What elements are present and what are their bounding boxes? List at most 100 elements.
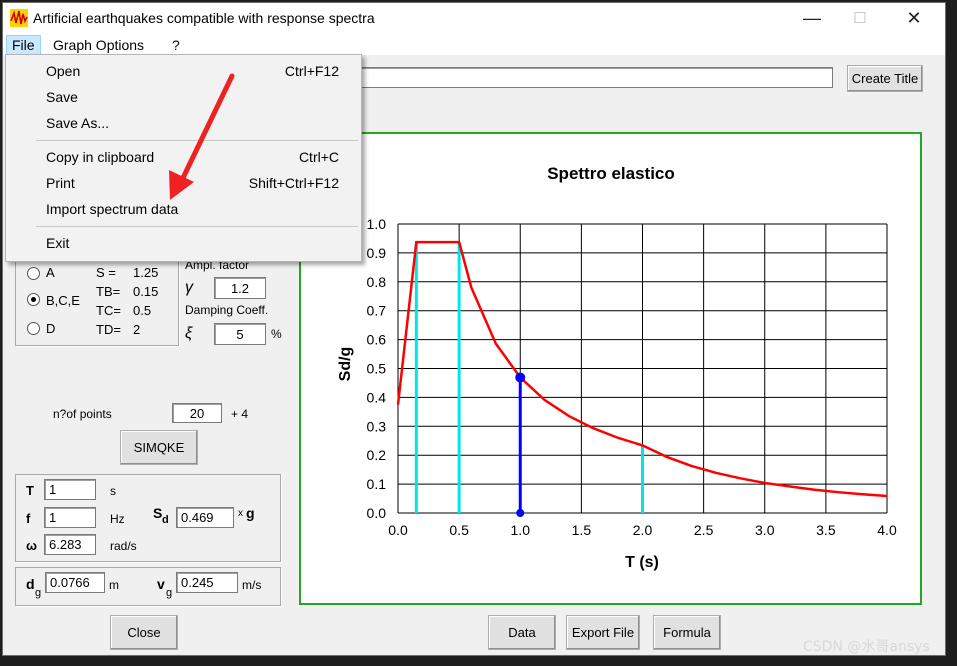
maximize-button[interactable]: ☐ bbox=[837, 3, 883, 33]
param-tb-name: TB= bbox=[96, 284, 121, 299]
frequency-input[interactable]: 1 bbox=[44, 507, 96, 528]
spectrum-chart: Spettro elastico Sd/g T (s) 0.0 0.5 1.0 1.5… bbox=[299, 132, 922, 605]
omega-input[interactable]: 6.283 bbox=[44, 534, 96, 555]
y-tick-label: 1.0 bbox=[367, 216, 387, 232]
cursor-point bbox=[515, 372, 526, 383]
cursor-base-point bbox=[516, 509, 525, 517]
formula-button[interactable]: Formula bbox=[653, 615, 721, 650]
sd-unit-x: x bbox=[238, 508, 243, 519]
param-s-value: 1.25 bbox=[133, 265, 159, 280]
dg-input[interactable]: 0.0766 bbox=[45, 572, 105, 593]
omega-unit: rad/s bbox=[110, 539, 137, 553]
x-axis-label: T (s) bbox=[625, 554, 659, 571]
sd-subscript: d bbox=[162, 514, 169, 526]
y-tick-label: 0.2 bbox=[367, 447, 387, 463]
damping-label: Damping Coeff. bbox=[185, 303, 269, 317]
dg-subscript: g bbox=[35, 587, 42, 599]
period-label: T bbox=[26, 483, 34, 498]
watermark: CSDN @水哥ansys bbox=[803, 639, 930, 655]
vg-input[interactable]: 0.245 bbox=[176, 572, 238, 593]
soil-radio-d[interactable] bbox=[27, 322, 40, 335]
minimize-button[interactable]: — bbox=[789, 3, 835, 33]
soil-radio-a[interactable] bbox=[27, 267, 40, 280]
menu-graph-options[interactable]: Graph Options bbox=[48, 36, 149, 54]
menu-item-open[interactable]: Open bbox=[46, 63, 80, 79]
menu-separator bbox=[36, 226, 358, 227]
frequency-unit: Hz bbox=[110, 512, 125, 526]
x-tick-label: 1.0 bbox=[511, 522, 531, 538]
chart-title-input[interactable] bbox=[359, 67, 833, 88]
title-bar: Artificial earthquakes compatible with r… bbox=[3, 3, 945, 33]
chart-title: Spettro elastico bbox=[547, 164, 675, 183]
vg-label: v bbox=[157, 576, 165, 592]
period-unit: s bbox=[110, 484, 116, 498]
soil-label-a: A bbox=[46, 265, 55, 280]
app-icon bbox=[10, 9, 28, 27]
menu-shortcut-print: Shift+Ctrl+F12 bbox=[248, 175, 339, 191]
points-input[interactable]: 20 bbox=[172, 403, 222, 423]
menu-item-import-spectrum[interactable]: Import spectrum data bbox=[46, 201, 178, 217]
y-axis-label: Sd/g bbox=[337, 347, 354, 382]
y-tick-label: 0.0 bbox=[367, 505, 387, 521]
x-tick-label: 0.5 bbox=[449, 522, 469, 538]
menu-item-exit[interactable]: Exit bbox=[46, 235, 69, 251]
damping-unit: % bbox=[271, 327, 282, 341]
param-td-value: 2 bbox=[133, 322, 141, 337]
points-label: n?of points bbox=[53, 407, 112, 421]
x-tick-label: 4.0 bbox=[877, 522, 897, 538]
points-suffix: + 4 bbox=[231, 407, 249, 421]
menu-item-copy-clipboard[interactable]: Copy in clipboard bbox=[46, 149, 154, 165]
sd-label: S bbox=[153, 505, 163, 521]
export-file-button[interactable]: Export File bbox=[566, 615, 640, 650]
param-s-name: S = bbox=[96, 265, 116, 280]
menu-help[interactable]: ? bbox=[167, 36, 185, 54]
gamma-symbol: γ bbox=[185, 279, 193, 296]
y-tick-label: 0.9 bbox=[367, 245, 387, 261]
x-tick-label: 3.0 bbox=[755, 522, 775, 538]
param-td-name: TD= bbox=[96, 322, 121, 337]
param-tc-name: TC= bbox=[96, 303, 121, 318]
y-tick-label: 0.3 bbox=[367, 418, 387, 434]
y-tick-label: 0.7 bbox=[367, 303, 387, 319]
xi-symbol: ξ bbox=[185, 325, 193, 342]
soil-label-d: D bbox=[46, 321, 56, 336]
dg-unit: m bbox=[109, 578, 119, 592]
menu-file[interactable]: File bbox=[6, 35, 41, 55]
damping-input[interactable]: 5 bbox=[214, 323, 266, 345]
ampl-factor-input[interactable]: 1.2 bbox=[214, 277, 266, 299]
y-tick-label: 0.1 bbox=[367, 476, 387, 492]
menu-shortcut-open: Ctrl+F12 bbox=[284, 63, 339, 79]
vg-subscript: g bbox=[166, 587, 173, 599]
close-window-button[interactable]: ✕ bbox=[891, 3, 937, 33]
x-tick-label: 2.0 bbox=[633, 522, 653, 538]
data-button[interactable]: Data bbox=[488, 615, 556, 650]
dg-label: d bbox=[26, 576, 35, 592]
simqke-button[interactable]: SIMQKE bbox=[120, 430, 198, 465]
x-tick-label: 1.5 bbox=[572, 522, 592, 538]
menu-shortcut-copy: Ctrl+C bbox=[298, 149, 339, 165]
sd-input[interactable]: 0.469 bbox=[176, 507, 234, 528]
x-tick-label: 2.5 bbox=[694, 522, 714, 538]
menu-bar: File Graph Options ? bbox=[3, 33, 945, 55]
annotation-arrow bbox=[169, 73, 235, 200]
x-tick-label: 0.0 bbox=[388, 522, 408, 538]
soil-radio-bce[interactable] bbox=[27, 293, 40, 306]
soil-label-bce: B,C,E bbox=[46, 293, 80, 308]
param-tb-value: 0.15 bbox=[133, 284, 159, 299]
x-tick-label: 3.5 bbox=[816, 522, 836, 538]
omega-label: ω bbox=[26, 538, 37, 553]
frequency-label: f bbox=[26, 511, 31, 526]
sd-unit-g: g bbox=[246, 505, 255, 521]
close-button[interactable]: Close bbox=[110, 615, 178, 650]
y-tick-label: 0.4 bbox=[367, 389, 387, 405]
menu-item-save[interactable]: Save bbox=[46, 89, 78, 105]
create-title-button[interactable]: Create Title bbox=[847, 65, 923, 92]
param-tc-value: 0.5 bbox=[133, 303, 152, 318]
y-tick-label: 0.6 bbox=[367, 332, 387, 348]
y-tick-label: 0.8 bbox=[367, 274, 387, 290]
period-input[interactable]: 1 bbox=[44, 479, 96, 500]
vg-unit: m/s bbox=[242, 578, 262, 592]
menu-item-print[interactable]: Print bbox=[46, 175, 75, 191]
window-title: Artificial earthquakes compatible with r… bbox=[33, 10, 375, 26]
menu-item-save-as[interactable]: Save As... bbox=[46, 115, 109, 131]
